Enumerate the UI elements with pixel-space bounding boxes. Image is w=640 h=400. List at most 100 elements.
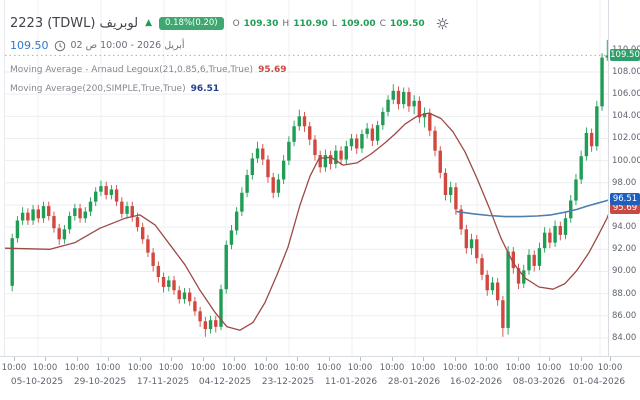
time-tick-label: 10:00	[128, 363, 153, 373]
price-tick-label: 100.00	[612, 156, 640, 166]
candle-down	[465, 229, 468, 248]
sma-line	[457, 199, 609, 216]
candle-down	[26, 213, 29, 221]
time-tick-mark	[360, 357, 361, 361]
time-axis[interactable]: 10:00 10:00 10:00 10:00 10:00 10:00 10:00 10:00…	[0, 356, 640, 400]
candle-up	[251, 158, 254, 175]
time-tick-mark	[140, 357, 141, 361]
candle-down	[496, 283, 499, 301]
candle-down	[52, 216, 55, 228]
candle-up	[298, 116, 301, 126]
price-tick-label: 108.00	[612, 67, 640, 77]
time-tick-mark	[392, 357, 393, 361]
indicator-legend-sma[interactable]: Moving Average(200,SIMPLE,True,True) 96.…	[10, 84, 449, 94]
candle-up	[94, 192, 97, 202]
candle-up	[235, 212, 238, 231]
date-label: 29-10-2025	[74, 377, 126, 387]
candle-up	[574, 179, 577, 200]
time-tick-label: 10:00	[222, 363, 247, 373]
candle-up	[110, 189, 113, 195]
candle-down	[151, 253, 154, 266]
time-tick-mark	[518, 357, 519, 361]
candle-down	[141, 227, 144, 239]
candle-up	[167, 280, 170, 287]
candle-down	[131, 206, 134, 217]
price-tick-label: 102.00	[612, 133, 640, 143]
candle-down	[104, 186, 107, 195]
candle-down	[188, 292, 191, 301]
price-tick-label: 86.00	[612, 311, 636, 321]
price-tick-label: 106.00	[612, 89, 640, 99]
time-tick-mark	[455, 357, 456, 361]
low-label: L	[332, 19, 337, 29]
date-label: 04-12-2025	[199, 377, 251, 387]
candle-down	[339, 151, 342, 160]
time-tick-mark	[297, 357, 298, 361]
candle-up	[84, 212, 87, 219]
price-tick-label: 98.00	[612, 178, 636, 188]
candle-up	[63, 229, 66, 239]
candle-up	[282, 161, 285, 180]
last-price-label: 109.50	[10, 39, 49, 52]
candle-up	[600, 58, 603, 107]
candle-down	[433, 131, 436, 151]
candle-up	[538, 248, 541, 266]
candle-down	[439, 151, 442, 173]
gear-icon[interactable]	[436, 17, 449, 30]
date-label: 08-03-2026	[513, 377, 565, 387]
candle-up	[11, 238, 14, 286]
candle-up	[350, 138, 353, 146]
candle-up	[585, 133, 588, 156]
time-tick-label: 10:00	[348, 363, 373, 373]
time-tick-label: 10:00	[537, 363, 562, 373]
price-time-row: 109.50 أبريل 2026 - 10:00 ص 02	[10, 39, 449, 52]
candle-down	[157, 266, 160, 277]
date-label: 17-11-2025	[137, 377, 189, 387]
candle-up	[73, 208, 76, 216]
candle-up	[183, 292, 186, 299]
candle-up	[595, 106, 598, 146]
time-tick-label: 10:00	[96, 363, 121, 373]
symbol-row: 2223 (TDWL) لوبريف ▲ 0.18%(0.20) O 109.3…	[10, 16, 449, 31]
symbol-title[interactable]: 2223 (TDWL) لوبريف	[10, 16, 138, 31]
candle-down	[318, 155, 321, 167]
indicator-legend-alma[interactable]: Moving Average - Arnaud Legoux(21,0.85,6…	[10, 65, 449, 75]
candle-up	[99, 186, 102, 192]
candle-down	[193, 301, 196, 311]
candle-up	[579, 156, 582, 179]
candle-down	[355, 138, 358, 148]
date-label: 16-02-2026	[450, 377, 502, 387]
time-tick-mark	[610, 357, 611, 361]
candle-up	[506, 251, 509, 327]
time-tick-mark	[329, 357, 330, 361]
time-tick-mark	[45, 357, 46, 361]
price-tick-label: 94.00	[612, 222, 636, 232]
time-tick-mark	[108, 357, 109, 361]
candle-down	[162, 277, 165, 287]
candle-down	[590, 133, 593, 146]
candle-down	[172, 280, 175, 290]
time-tick-label: 10:00	[65, 363, 90, 373]
sma-value-badge: 96.51	[610, 193, 640, 206]
high-label: H	[282, 19, 289, 29]
candle-up	[543, 233, 546, 249]
price-tick-label: 104.00	[612, 111, 640, 121]
time-tick-mark	[549, 357, 550, 361]
price-axis[interactable]: 110.00108.00106.00104.00102.00100.0098.0…	[608, 0, 640, 356]
candle-down	[120, 202, 123, 214]
candle-up	[125, 206, 128, 214]
close-label: C	[380, 19, 386, 29]
time-tick-label: 10:00	[191, 363, 216, 373]
chart-window: 110.00108.00106.00104.00102.00100.0098.0…	[0, 0, 640, 400]
time-tick-mark	[266, 357, 267, 361]
clock-icon	[54, 40, 66, 52]
candle-up	[245, 175, 248, 193]
close-value: 109.50	[390, 19, 425, 29]
candle-down	[78, 208, 81, 218]
time-tick-mark	[423, 357, 424, 361]
time-tick-label: 10:00	[380, 363, 405, 373]
time-tick-label: 10:00	[2, 363, 27, 373]
candle-up	[240, 193, 243, 212]
candle-down	[548, 233, 551, 243]
candle-up	[292, 126, 295, 142]
